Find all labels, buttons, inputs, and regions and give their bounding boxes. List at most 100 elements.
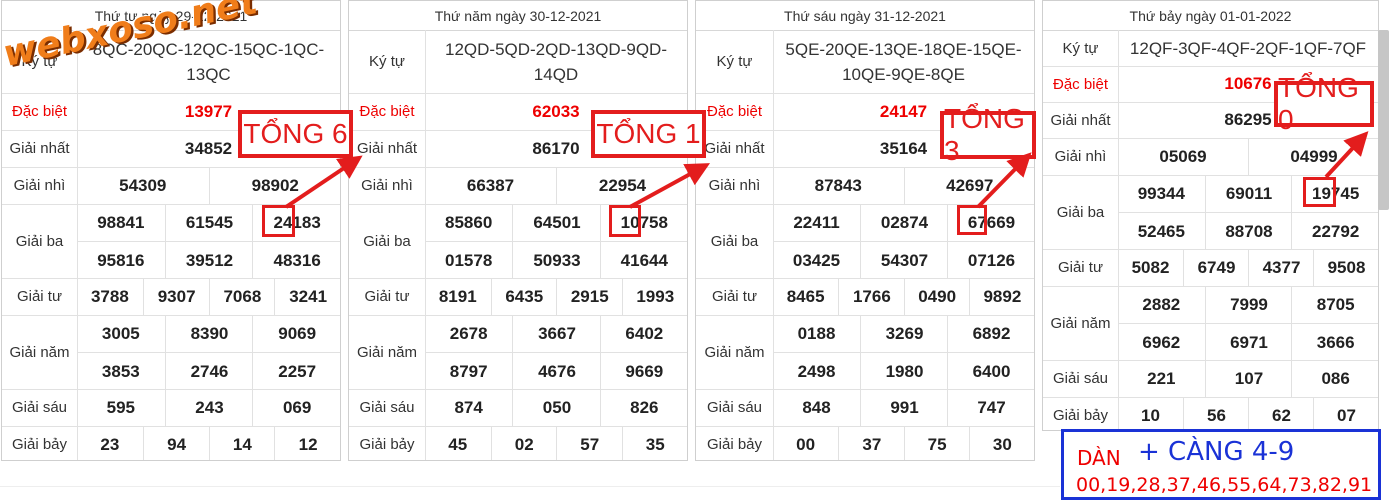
prize-number: 595 [106, 397, 136, 417]
prize-values: 22411 02874 67669 03425 54307 07126 [773, 204, 1034, 279]
prize-number: 3269 [860, 315, 948, 352]
prize-number: 0188 [797, 323, 836, 343]
prize-number: 3241 [274, 278, 340, 315]
divider [0, 486, 1060, 487]
prize-number: 12 [274, 426, 340, 460]
prize-number: 3788 [90, 286, 129, 306]
prize-label: Giải nhất [349, 130, 426, 167]
prize-label: Giải bảy [696, 426, 774, 460]
prize-row-fourth: Giải tư 8191 6435 2915 1993 [349, 278, 687, 316]
prize-number: 10 [1141, 405, 1160, 425]
prize-row-sixth: Giải sáu 874 050 826 [349, 389, 687, 427]
prize-label: Giải nhất [1043, 102, 1119, 138]
prize-label: Giải nhất [696, 130, 774, 167]
prize-values: 5QE-20QE-13QE-18QE-15QE-10QE-9QE-8QE [773, 30, 1034, 93]
prize-number: 22411 [793, 212, 840, 232]
prize-row-fourth: Giải tư 3788 9307 7068 3241 [2, 278, 340, 316]
prize-number: 0490 [903, 278, 970, 315]
prize-label: Giải sáu [349, 389, 426, 426]
highlight-box [262, 205, 295, 237]
prize-number: 2882 [1142, 294, 1181, 314]
prize-values: 3788 9307 7068 3241 [77, 278, 340, 315]
prize-label: Giải bảy [1043, 397, 1119, 430]
prize-number: 02874 [860, 204, 948, 241]
prize-number: 1993 [621, 278, 688, 315]
prize-number: 8797 [425, 352, 513, 390]
prize-values: 54309 98902 [77, 167, 340, 204]
prize-row-fifth: Giải năm 2882 7999 8705 6962 6971 3666 [1043, 286, 1378, 361]
prize-label: Giải sáu [2, 389, 78, 426]
highlight-box [1303, 177, 1336, 207]
panel-date-header: Thứ bảy ngày 01-01-2022 [1043, 1, 1378, 31]
prize-number: 37 [838, 426, 904, 460]
prize-number: 3005 [101, 323, 140, 343]
prize-label: Giải năm [2, 315, 78, 389]
prize-number: 69011 [1204, 175, 1293, 212]
prize-number: 52465 [1118, 212, 1205, 250]
prize-values: 595 243 069 [77, 389, 340, 426]
prize-number: 41644 [599, 241, 687, 279]
tong-annotation: TỔNG 6 [238, 110, 353, 158]
prize-number: 107 [1204, 360, 1293, 397]
prize-values: 05069 04999 [1118, 138, 1378, 175]
prize-row-second: Giải nhì 54309 98902 [2, 167, 340, 205]
ky-tu-code: 12QF-3QF-4QF-2QF-1QF-7QF [1129, 38, 1367, 58]
prize-number: 2257 [252, 352, 340, 390]
prize-number: 4676 [512, 352, 601, 390]
prize-number: 6435 [490, 278, 558, 315]
prize-label: Giải tư [1043, 249, 1119, 286]
prize-label: Giải nhì [349, 167, 426, 204]
prize-number: 01578 [425, 241, 513, 279]
prize-number: 75 [903, 426, 970, 460]
prize-number: 54307 [860, 241, 948, 279]
prize-number: 50933 [512, 241, 601, 279]
prize-row-code: Ký tự 12QF-3QF-4QF-2QF-1QF-7QF [1043, 30, 1378, 67]
prize-number: 62 [1248, 397, 1314, 430]
prize-number: 874 [454, 397, 483, 417]
prize-row-seventh: Giải bảy 23 94 14 12 [2, 426, 340, 460]
prize-row-seventh: Giải bảy 10 56 62 07 [1043, 397, 1378, 430]
ky-tu-code: 5QE-20QE-13QE-18QE-15QE-10QE-9QE-8QE [785, 39, 1022, 84]
prize-number: 3666 [1291, 323, 1378, 361]
prize-values: 221 107 086 [1118, 360, 1378, 397]
prize-number: 8465 [786, 286, 825, 306]
prize-number: 9069 [252, 315, 340, 352]
prize-values: 10 56 62 07 [1118, 397, 1378, 430]
prize-row-fifth: Giải năm 0188 3269 6892 2498 1980 6400 [696, 315, 1034, 390]
prize-label: Giải sáu [1043, 360, 1119, 397]
prize-number: 1980 [860, 352, 948, 390]
prize-values: 85860 64501 10758 01578 50933 41644 [425, 204, 687, 279]
prize-number: 4377 [1248, 249, 1314, 286]
prize-number: 23 [100, 434, 120, 454]
prize-row-fifth: Giải năm 2678 3667 6402 8797 4676 9669 [349, 315, 687, 390]
prize-row-code: Ký tự 12QD-5QD-2QD-13QD-9QD-14QD [349, 30, 687, 94]
prize-label: Giải tư [696, 278, 774, 315]
prize-label: Ký tự [1043, 30, 1119, 66]
prize-values: 12QD-5QD-2QD-13QD-9QD-14QD [425, 30, 687, 93]
prize-label: Giải ba [696, 204, 774, 278]
prize-values: 0188 3269 6892 2498 1980 6400 [773, 315, 1034, 390]
prize-number: 5082 [1131, 257, 1170, 277]
prize-number: 99344 [1137, 183, 1185, 203]
panel-date-header: Thứ năm ngày 30-12-2021 [349, 1, 687, 31]
prize-number: 04999 [1248, 138, 1378, 175]
prize-number: 87843 [814, 175, 862, 195]
prize-row-sixth: Giải sáu 221 107 086 [1043, 360, 1378, 398]
prize-values: 12QF-3QF-4QF-2QF-1QF-7QF [1118, 30, 1378, 66]
prize-number: 00 [796, 434, 816, 454]
prize-number: 6962 [1118, 323, 1205, 361]
prize-number: 6971 [1204, 323, 1293, 361]
prize-row-fourth: Giải tư 5082 6749 4377 9508 [1043, 249, 1378, 287]
prize-number: 54309 [119, 175, 167, 195]
prize-number: 3853 [77, 352, 165, 390]
prize-number: 8705 [1291, 286, 1378, 323]
prize-row-fifth: Giải năm 3005 8390 9069 3853 2746 2257 [2, 315, 340, 390]
prize-label: Giải ba [2, 204, 78, 278]
prize-number: 07126 [947, 241, 1034, 279]
prize-label: Giải ba [349, 204, 426, 278]
dan-note-box: DÀN + CÀNG 4-9 00,19,28,37,46,55,64,73,8… [1061, 429, 1381, 500]
prize-values: 45 02 57 35 [425, 426, 687, 460]
scrollbar[interactable] [1378, 30, 1389, 210]
prize-label: Giải sáu [696, 389, 774, 426]
prize-row-second: Giải nhì 05069 04999 [1043, 138, 1378, 176]
